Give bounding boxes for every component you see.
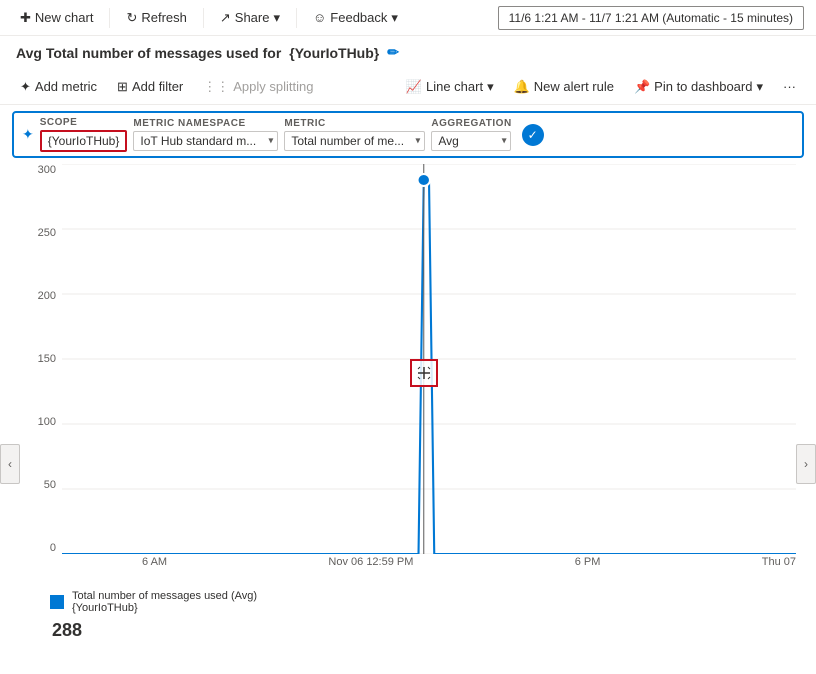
feedback-label: Feedback	[330, 10, 387, 25]
refresh-label: Refresh	[141, 10, 187, 25]
share-label: Share	[235, 10, 270, 25]
share-button[interactable]: ↗ Share ▾	[212, 6, 288, 30]
metric-config-icon: ✦	[22, 126, 34, 143]
pin-chevron-icon: ▾	[756, 79, 763, 95]
metric-field: METRIC Total number of me...	[284, 118, 425, 151]
divider-2	[203, 8, 204, 28]
add-metric-label: Add metric	[35, 79, 97, 94]
metric-label: METRIC	[284, 118, 425, 129]
split-icon: ⋮⋮	[203, 79, 229, 95]
add-metric-button[interactable]: ✦ Add metric	[12, 75, 105, 99]
x-label-6pm: 6 PM	[575, 556, 601, 568]
y-axis: 300 250 200 150 100 50 0	[20, 164, 62, 554]
metrics-right-group: 📈 Line chart ▾ 🔔 New alert rule 📌 Pin to…	[398, 75, 804, 99]
aggregation-label: AGGREGATION	[431, 118, 511, 129]
drag-crosshair-icon[interactable]	[410, 359, 438, 387]
metric-config-inner: ✦ SCOPE {YourIoTHub} METRIC NAMESPACE Io…	[12, 111, 804, 158]
legend-text-group: Total number of messages used (Avg) {You…	[72, 590, 257, 614]
metric-select-wrapper: Total number of me...	[284, 131, 425, 151]
metrics-toolbar: ✦ Add metric ⊞ Add filter ⋮⋮ Apply split…	[0, 69, 816, 105]
refresh-icon: ↻	[126, 10, 137, 26]
y-label-0: 0	[50, 542, 56, 554]
y-label-200: 200	[38, 290, 56, 302]
feedback-button[interactable]: ☺ Feedback ▾	[305, 6, 406, 30]
y-label-300: 300	[38, 164, 56, 176]
y-label-250: 250	[38, 227, 56, 239]
aggregation-select-wrapper: Avg	[431, 131, 511, 151]
more-options-button[interactable]: ···	[775, 75, 804, 98]
scope-field: SCOPE {YourIoTHub}	[40, 117, 128, 152]
new-chart-label: New chart	[35, 10, 94, 25]
apply-splitting-button[interactable]: ⋮⋮ Apply splitting	[195, 75, 321, 99]
line-chart-button[interactable]: 📈 Line chart ▾	[398, 75, 502, 99]
add-filter-button[interactable]: ⊞ Add filter	[109, 75, 191, 99]
add-metric-icon: ✦	[20, 79, 31, 95]
time-range-label: 11/6 1:21 AM - 11/7 1:21 AM (Automatic -…	[509, 11, 793, 25]
aggregation-select[interactable]: Avg	[431, 131, 511, 151]
chart-title-prefix: Avg Total number of messages used for	[16, 45, 281, 61]
divider-3	[296, 8, 297, 28]
new-chart-button[interactable]: ✚ New chart	[12, 6, 101, 30]
feedback-icon: ☺	[313, 10, 326, 25]
edit-title-icon[interactable]: ✏	[387, 44, 399, 61]
chart-svg-wrapper	[62, 164, 796, 554]
aggregation-field: AGGREGATION Avg	[431, 118, 511, 151]
namespace-label: METRIC NAMESPACE	[133, 118, 278, 129]
move-icon	[416, 365, 432, 381]
apply-splitting-label: Apply splitting	[233, 79, 313, 94]
y-label-100: 100	[38, 416, 56, 428]
x-label-noon: Nov 06 12:59 PM	[328, 556, 413, 568]
line-chart-label: Line chart	[426, 79, 483, 94]
y-label-150: 150	[38, 353, 56, 365]
chart-container: ‹ › 300 250 200 150 100 50 0	[0, 164, 816, 584]
namespace-select[interactable]: IoT Hub standard m...	[133, 131, 278, 151]
chart-title-bar: Avg Total number of messages used for {Y…	[0, 36, 816, 69]
x-label-6am: 6 AM	[142, 556, 167, 568]
namespace-select-wrapper: IoT Hub standard m...	[133, 131, 278, 151]
top-toolbar: ✚ New chart ↻ Refresh ↗ Share ▾ ☺ Feedba…	[0, 0, 816, 36]
feedback-chevron-icon: ▾	[391, 10, 398, 26]
ellipsis-icon: ···	[783, 79, 796, 94]
legend-label: Total number of messages used (Avg)	[72, 590, 257, 602]
pin-to-dashboard-button[interactable]: 📌 Pin to dashboard ▾	[626, 75, 771, 99]
new-alert-rule-label: New alert rule	[534, 79, 614, 94]
legend-area: Total number of messages used (Avg) {You…	[0, 584, 816, 620]
x-label-thu07: Thu 07	[762, 556, 796, 568]
chevron-right-icon: ›	[804, 457, 808, 471]
pin-icon: 📌	[634, 79, 650, 95]
legend-sublabel: {YourIoTHub}	[72, 602, 257, 614]
chart-title-scope: {YourIoTHub}	[289, 45, 379, 61]
new-alert-rule-button[interactable]: 🔔 New alert rule	[506, 75, 622, 99]
time-range-button[interactable]: 11/6 1:21 AM - 11/7 1:21 AM (Automatic -…	[498, 6, 804, 30]
legend-value: 288	[0, 620, 816, 641]
chart-inner: 300 250 200 150 100 50 0	[20, 164, 796, 584]
y-label-50: 50	[44, 479, 56, 491]
chart-nav-right-button[interactable]: ›	[796, 444, 816, 484]
refresh-button[interactable]: ↻ Refresh	[118, 6, 194, 30]
x-axis: 6 AM Nov 06 12:59 PM 6 PM Thu 07	[62, 556, 796, 584]
chevron-left-icon: ‹	[8, 457, 12, 471]
config-check-icon[interactable]: ✓	[522, 124, 544, 146]
scope-value[interactable]: {YourIoTHub}	[40, 130, 128, 152]
metric-config-bar: ✦ SCOPE {YourIoTHub} METRIC NAMESPACE Io…	[0, 105, 816, 164]
filter-icon: ⊞	[117, 79, 128, 95]
namespace-field: METRIC NAMESPACE IoT Hub standard m...	[133, 118, 278, 151]
line-chart-icon: 📈	[406, 79, 422, 95]
metric-select[interactable]: Total number of me...	[284, 131, 425, 151]
pin-to-dashboard-label: Pin to dashboard	[654, 79, 752, 94]
scope-label: SCOPE	[40, 117, 128, 128]
plus-icon: ✚	[20, 10, 31, 26]
line-chart-chevron-icon: ▾	[487, 79, 494, 95]
legend-color-swatch	[50, 595, 64, 609]
share-icon: ↗	[220, 10, 231, 26]
alert-icon: 🔔	[514, 79, 530, 95]
share-chevron-icon: ▾	[273, 10, 280, 26]
chart-nav-left-button[interactable]: ‹	[0, 444, 20, 484]
divider-1	[109, 8, 110, 28]
add-filter-label: Add filter	[132, 79, 183, 94]
